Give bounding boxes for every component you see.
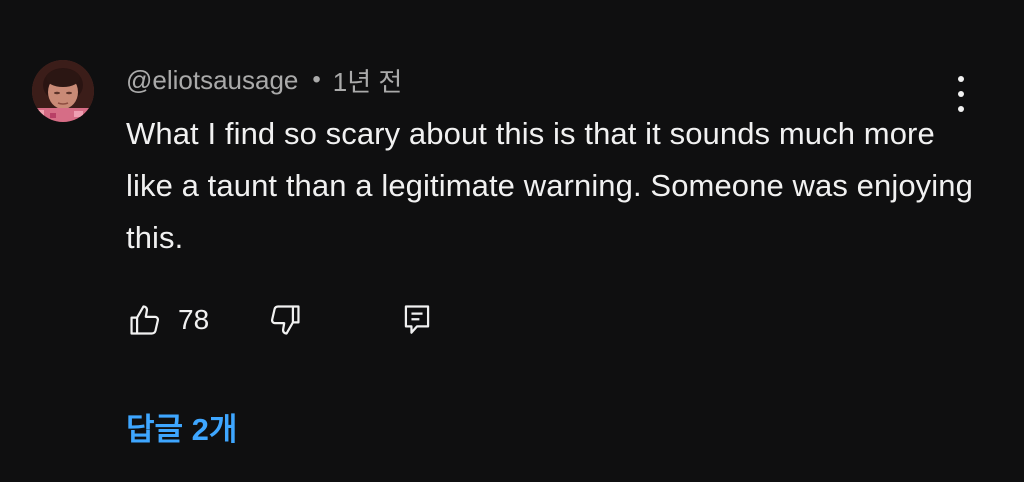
reply-comment-icon [404, 305, 430, 334]
user-avatar-photo [32, 60, 94, 122]
thumbs-up-icon [130, 305, 160, 335]
reply-button[interactable] [398, 301, 436, 339]
comment-text: What I find so scary about this is that … [126, 116, 973, 255]
menu-dot [958, 76, 964, 82]
comment-time: 1년 전 [332, 66, 403, 97]
comment-header: @eliotsausage • 1년 전 [126, 62, 402, 98]
menu-dot [958, 91, 964, 97]
like-count: 78 [178, 304, 210, 335]
dislike-button[interactable] [266, 301, 398, 339]
thumbs-down-icon [270, 305, 300, 335]
comment-actions: 78 [126, 298, 436, 342]
comment-thread: @eliotsausage • 1년 전 What I find so scar… [0, 0, 1024, 482]
meta-separator: • [312, 66, 321, 93]
view-replies-button[interactable]: 답글 2개 [126, 404, 237, 449]
author-name[interactable]: @eliotsausage [126, 65, 298, 96]
avatar[interactable] [32, 60, 94, 122]
like-button[interactable]: 78 [126, 301, 266, 339]
